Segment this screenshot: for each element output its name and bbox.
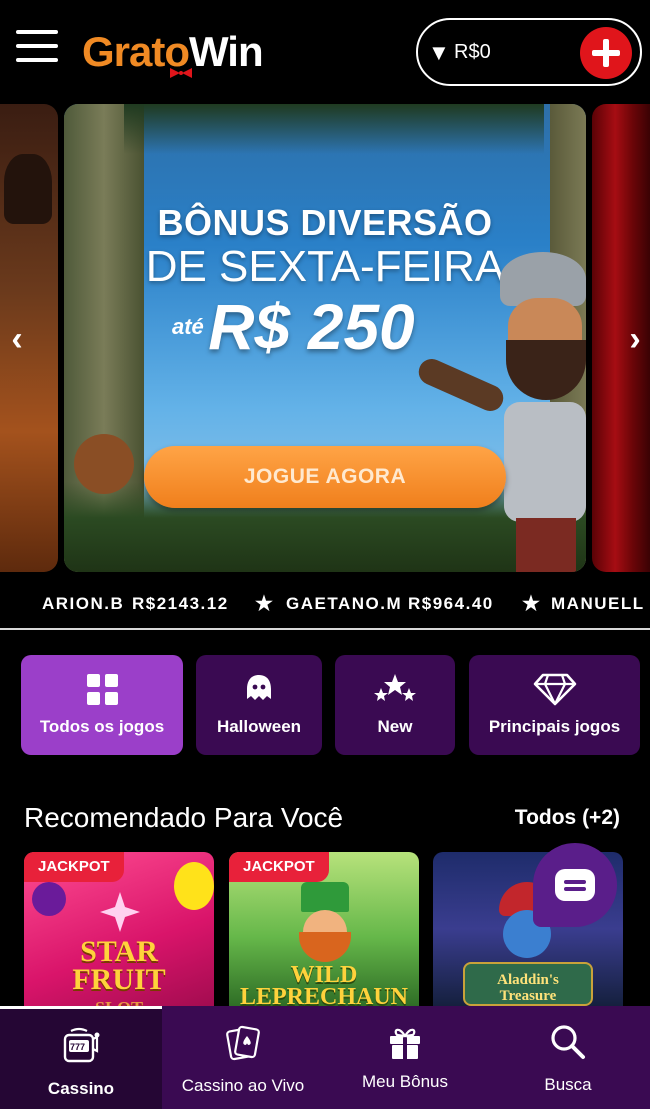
ticker-winner-amount: R$2143.12 (132, 594, 229, 613)
stars-icon (335, 671, 455, 707)
ticker-winner-amount: R$964.40 (408, 594, 494, 613)
tab-top-games[interactable]: Principais jogos (469, 655, 640, 755)
monkey-illustration (74, 434, 134, 494)
promo-banner[interactable]: BÔNUS DIVERSÃO DE SEXTA-FEIRA até R$ 250… (64, 104, 586, 572)
leprechaun-hat (301, 882, 349, 912)
tab-label: New (377, 717, 413, 736)
chat-icon (555, 869, 595, 901)
add-funds-button[interactable] (580, 27, 632, 79)
nav-live-casino[interactable]: Cassino ao Vivo (162, 1006, 324, 1109)
nav-my-bonus[interactable]: Meu Bônus (324, 1006, 486, 1109)
pirate-illustration (4, 154, 52, 224)
star-icon: ★ (522, 593, 542, 615)
leprechaun-beard (299, 932, 351, 962)
winners-ticker: ARION.B R$2143.12 ★ GAETANO.M R$964.40 ★… (0, 582, 650, 626)
game-title: WILD LEPRECHAUN (229, 962, 419, 1006)
jackpot-badge: JACKPOT (229, 852, 329, 882)
game-title: STAR FRUIT SLOT (24, 935, 214, 1007)
wallet-balance[interactable]: ▼ R$0 (416, 18, 642, 86)
tab-new[interactable]: New (335, 655, 455, 755)
grapes-decoration (32, 882, 66, 916)
star-icon: ★ (255, 593, 275, 615)
nav-casino[interactable]: 777 Cassino (0, 1006, 162, 1109)
promo-carousel[interactable]: BÔNUS DIVERSÃO DE SEXTA-FEIRA até R$ 250… (0, 102, 650, 574)
ghost-icon (196, 671, 322, 707)
slot-machine-icon: 777 (0, 1025, 162, 1065)
nav-label: Cassino (47, 1079, 115, 1098)
star-icon (100, 892, 140, 932)
chat-button[interactable] (533, 843, 617, 927)
game-title: Aladdin's Treasure (433, 972, 623, 1004)
tab-label: Principais jogos (488, 717, 621, 736)
banner-amount-value: R$ 250 (208, 291, 415, 363)
tab-all-games[interactable]: Todos os jogos (21, 655, 183, 755)
nav-search[interactable]: Busca (486, 1006, 650, 1109)
chevron-right-icon[interactable]: › (620, 320, 650, 360)
search-icon (486, 1022, 650, 1062)
site-logo[interactable]: GratoWin (82, 28, 264, 78)
cards-icon (162, 1022, 324, 1062)
foliage-top-decoration (124, 104, 544, 154)
view-all-link[interactable]: Todos (+2) (515, 806, 620, 830)
game-card-wild-leprechaun[interactable]: JACKPOT WILD LEPRECHAUN (229, 852, 419, 1006)
game-title-line: Aladdin's (497, 972, 559, 988)
tab-halloween[interactable]: Halloween (196, 655, 322, 755)
grid-icon (21, 671, 183, 707)
chevron-down-icon[interactable]: ▼ (428, 40, 450, 66)
game-title-line: LEPRECHAUN (239, 984, 408, 1006)
tab-label: Todos os jogos (39, 717, 165, 736)
lemon-decoration (174, 862, 214, 910)
chevron-left-icon[interactable]: ‹ (2, 320, 32, 360)
gift-icon (324, 1022, 486, 1062)
nav-label: Meu Bônus (362, 1072, 448, 1091)
section-title: Recomendado Para Você (24, 802, 344, 833)
menu-icon[interactable] (16, 28, 60, 66)
divider (0, 628, 650, 630)
svg-text:777: 777 (70, 1042, 85, 1052)
balance-amount: R$0 (454, 41, 491, 63)
banner-heading-line1: BÔNUS DIVERSÃO (157, 202, 493, 243)
top-header: GratoWin ▼ R$0 (0, 0, 650, 100)
ticker-winner-name: MANUELL (551, 594, 645, 613)
ticker-winner-name: GAETANO.M (286, 594, 403, 613)
banner-amount-prefix: até (172, 314, 204, 339)
explorer-illustration (414, 252, 586, 572)
tab-label: Halloween (216, 717, 302, 736)
bottom-navigation: 777 Cassino Cassino ao Vivo Meu Bônus Bu… (0, 1006, 650, 1109)
nav-label: Cassino ao Vivo (181, 1076, 305, 1095)
jackpot-badge: JACKPOT (24, 852, 124, 882)
game-title-line: WILD (290, 962, 358, 988)
play-now-button[interactable]: JOGUE AGORA (144, 446, 506, 508)
game-card-star-fruit[interactable]: JACKPOT STAR FRUIT SLOT (24, 852, 214, 1006)
game-title-line: SLOT (24, 994, 214, 1006)
ticker-winner-name: ARION.B (42, 594, 125, 613)
game-title-line: Treasure (499, 988, 557, 1004)
diamond-icon (469, 671, 640, 707)
banner-amount: até R$ 250 (172, 290, 415, 364)
game-title-line: STAR (80, 935, 158, 968)
bowtie-icon (170, 68, 192, 78)
logo-part-2: Win (189, 28, 264, 75)
nav-label: Busca (544, 1075, 592, 1094)
game-title-line: FRUIT (72, 963, 166, 996)
